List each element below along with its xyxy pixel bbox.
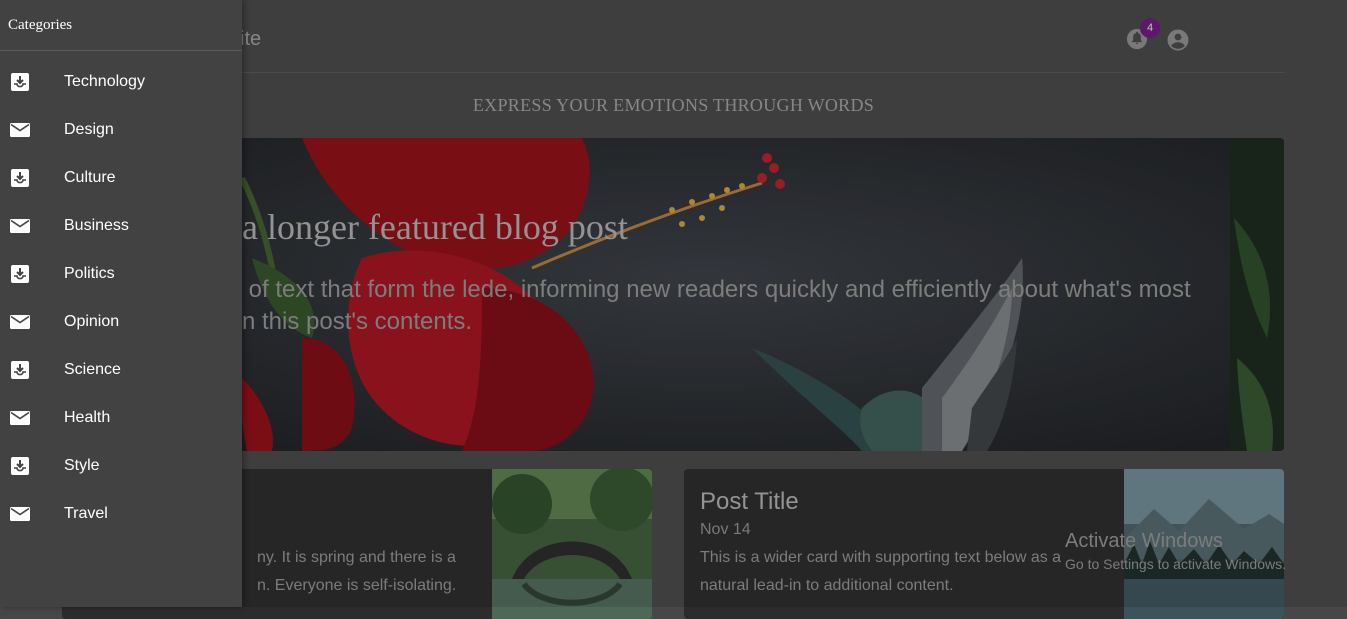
category-item-health[interactable]: Health — [0, 394, 242, 442]
mail-icon — [10, 120, 30, 140]
drawer-title: Categories — [8, 17, 73, 33]
category-label: Health — [64, 409, 111, 426]
move-to-inbox-icon — [10, 456, 30, 476]
move-to-inbox-icon — [10, 72, 30, 92]
category-item-opinion[interactable]: Opinion — [0, 298, 242, 346]
category-item-business[interactable]: Business — [0, 202, 242, 250]
categories-drawer: Categories Technology Design Culture Busine… — [0, 0, 242, 607]
category-label: Technology — [64, 73, 145, 90]
category-label: Style — [64, 457, 100, 474]
move-to-inbox-icon — [10, 168, 30, 188]
category-item-science[interactable]: Science — [0, 346, 242, 394]
category-item-design[interactable]: Design — [0, 106, 242, 154]
mail-icon — [10, 504, 30, 524]
category-label: Science — [64, 361, 121, 378]
drawer-divider — [0, 50, 242, 51]
category-label: Business — [64, 217, 129, 234]
category-item-style[interactable]: Style — [0, 442, 242, 490]
category-label: Politics — [64, 265, 115, 282]
category-item-travel[interactable]: Travel — [0, 490, 242, 538]
category-item-culture[interactable]: Culture — [0, 154, 242, 202]
category-label: Travel — [64, 505, 108, 522]
category-item-technology[interactable]: Technology — [0, 58, 242, 106]
category-label: Design — [64, 121, 114, 138]
move-to-inbox-icon — [10, 360, 30, 380]
category-item-politics[interactable]: Politics — [0, 250, 242, 298]
category-label: Culture — [64, 169, 116, 186]
category-label: Opinion — [64, 313, 120, 330]
move-to-inbox-icon — [10, 264, 30, 284]
mail-icon — [10, 216, 30, 236]
category-list: Technology Design Culture Business Politics O… — [0, 58, 242, 538]
mail-icon — [10, 408, 30, 428]
mail-icon — [10, 312, 30, 332]
